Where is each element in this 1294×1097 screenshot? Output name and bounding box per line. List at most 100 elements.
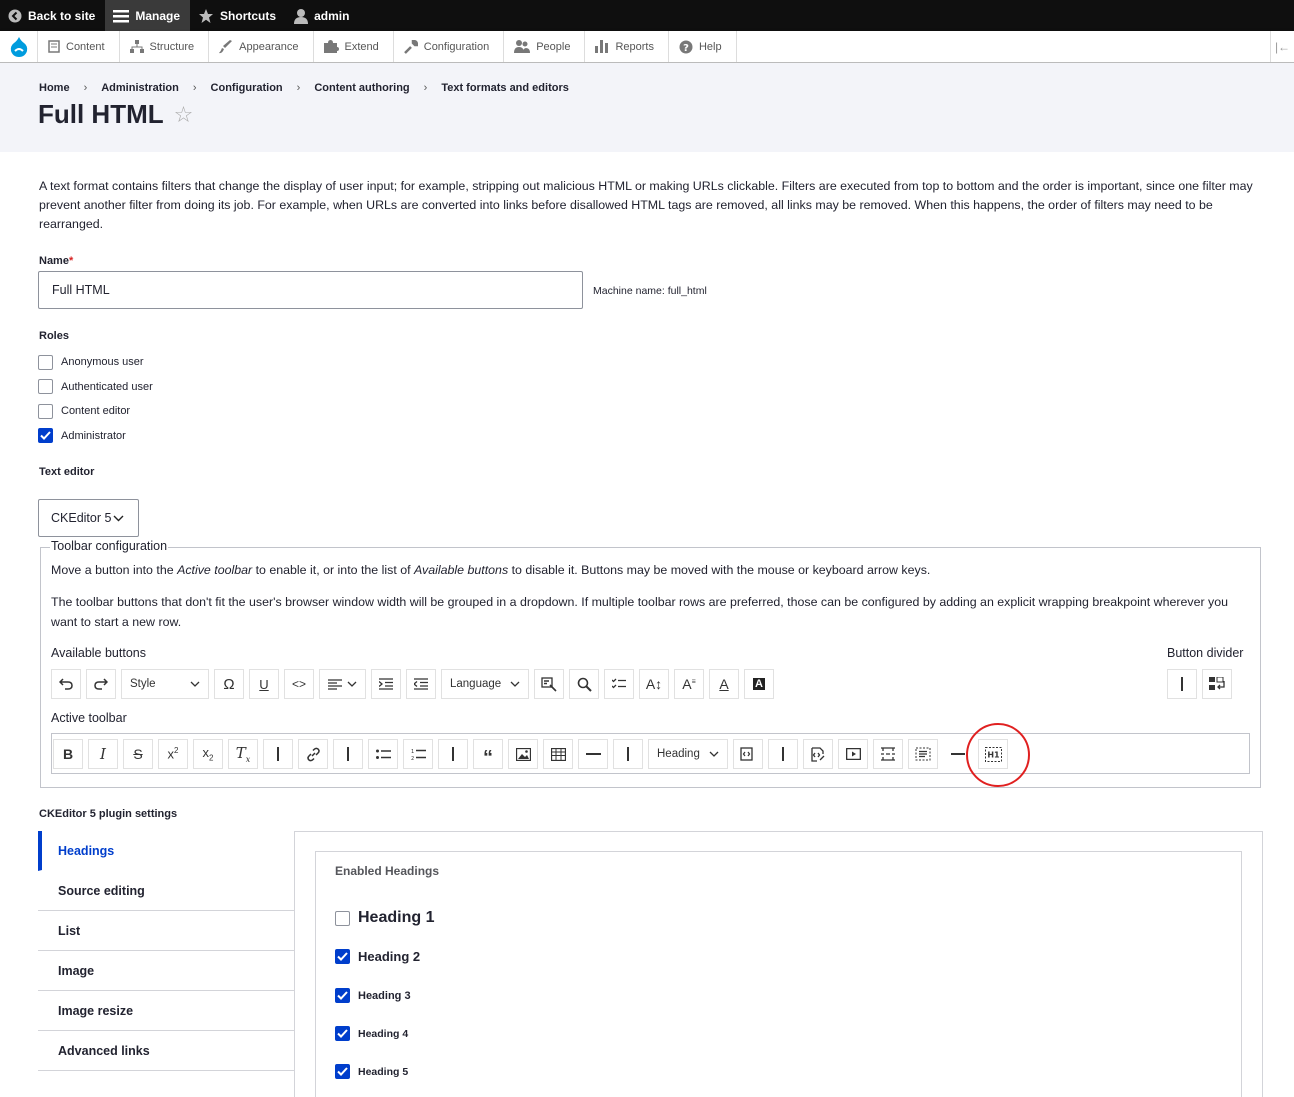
quote-icon: “ xyxy=(483,747,493,769)
checkbox-checked[interactable] xyxy=(335,1064,350,1079)
checkbox-checked[interactable] xyxy=(335,1026,350,1041)
checkbox[interactable] xyxy=(38,403,53,419)
checkbox-checked[interactable] xyxy=(335,988,350,1003)
outdent-button[interactable] xyxy=(406,669,436,699)
alignment-dropdown[interactable] xyxy=(319,669,366,699)
underline-button[interactable]: U xyxy=(249,669,279,699)
text-editor-select[interactable]: CKEditor 5 xyxy=(38,499,139,537)
image-button[interactable] xyxy=(508,739,538,769)
todo-list-button[interactable] xyxy=(604,669,634,699)
collapse-tray-icon[interactable]: |← xyxy=(1270,31,1294,62)
shortcut-star-icon[interactable]: ☆ xyxy=(174,102,194,128)
manage-tab[interactable]: Manage xyxy=(105,0,191,31)
role-content-editor[interactable]: Content editor xyxy=(38,399,153,424)
heading-option-5[interactable]: Heading 5 xyxy=(335,1064,408,1079)
font-family-button[interactable]: A≡ xyxy=(674,669,704,699)
italic-button[interactable]: I xyxy=(88,739,118,769)
font-background-button[interactable]: A xyxy=(744,669,774,699)
shortcuts-tab[interactable]: Shortcuts xyxy=(190,0,286,31)
checkbox[interactable] xyxy=(38,354,53,370)
find-replace-button[interactable] xyxy=(569,669,599,699)
source-editing-button[interactable] xyxy=(534,669,564,699)
font-size-button[interactable]: A↕ xyxy=(639,669,669,699)
tab-image-resize[interactable]: Image resize xyxy=(38,991,294,1031)
divider-button[interactable] xyxy=(768,739,798,769)
undo-button[interactable] xyxy=(51,669,81,699)
tray-item-configuration[interactable]: Configuration xyxy=(394,31,505,62)
remove-format-button[interactable]: Tx xyxy=(228,739,258,769)
strikethrough-button[interactable]: S xyxy=(123,739,153,769)
checkbox-checked[interactable] xyxy=(38,428,53,444)
divider-button[interactable] xyxy=(1167,669,1197,699)
breadcrumb-administration[interactable]: Administration xyxy=(101,82,179,94)
tab-headings[interactable]: Headings xyxy=(38,831,294,871)
breadcrumb-content-authoring[interactable]: Content authoring xyxy=(314,82,409,94)
breadcrumb-configuration[interactable]: Configuration xyxy=(211,82,283,94)
chevron-down-icon xyxy=(347,681,357,687)
heading-option-4[interactable]: Heading 4 xyxy=(335,1026,408,1041)
divider-button[interactable] xyxy=(333,739,363,769)
show-blocks-button[interactable] xyxy=(908,739,938,769)
wrapping-button[interactable] xyxy=(1202,669,1232,699)
tray-item-extend[interactable]: Extend xyxy=(314,31,394,62)
language-dropdown[interactable]: Language xyxy=(441,669,529,699)
role-authenticated[interactable]: Authenticated user xyxy=(38,375,153,400)
font-color-button[interactable]: A xyxy=(709,669,739,699)
divider-button[interactable] xyxy=(263,739,293,769)
page-break-button[interactable] xyxy=(873,739,903,769)
breadcrumb-text-formats[interactable]: Text formats and editors xyxy=(441,82,569,94)
media-button[interactable] xyxy=(838,739,868,769)
numbered-list-button[interactable]: 12 xyxy=(403,739,433,769)
tray-item-people[interactable]: People xyxy=(504,31,586,62)
drupal-logo-icon[interactable] xyxy=(0,31,38,62)
table-button[interactable] xyxy=(543,739,573,769)
remove-format-icon: Tx xyxy=(235,744,251,764)
active-buttons: B I S x2 x2 Tx 12 “ Heading H1 xyxy=(53,739,1013,769)
subscript-button[interactable]: x2 xyxy=(193,739,223,769)
style-dropdown[interactable]: Style xyxy=(121,669,209,699)
tray-item-content[interactable]: Content xyxy=(38,31,120,62)
code-block-button[interactable] xyxy=(733,739,763,769)
heading-dropdown[interactable]: Heading xyxy=(648,739,728,769)
breadcrumb-home[interactable]: Home xyxy=(39,82,70,94)
role-administrator[interactable]: Administrator xyxy=(38,424,153,449)
role-anonymous[interactable]: Anonymous user xyxy=(38,350,153,375)
special-characters-button[interactable]: Ω xyxy=(214,669,244,699)
heading-option-1[interactable]: Heading 1 xyxy=(335,909,434,927)
tab-advanced-links[interactable]: Advanced links xyxy=(38,1031,294,1071)
tab-list[interactable]: List xyxy=(38,911,294,951)
tab-image[interactable]: Image xyxy=(38,951,294,991)
bulleted-list-button[interactable] xyxy=(368,739,398,769)
tray-item-label: Appearance xyxy=(239,40,299,53)
code-button[interactable]: <> xyxy=(284,669,314,699)
tray-item-structure[interactable]: Structure xyxy=(120,31,210,62)
checkbox[interactable] xyxy=(38,379,53,395)
name-input[interactable]: Full HTML xyxy=(38,271,583,309)
blockquote-button[interactable]: “ xyxy=(473,739,503,769)
hamburger-icon xyxy=(113,9,130,22)
tray-item-appearance[interactable]: Appearance xyxy=(209,31,314,62)
heading-option-3[interactable]: Heading 3 xyxy=(335,988,411,1003)
tab-source-editing[interactable]: Source editing xyxy=(38,871,294,911)
back-to-site-link[interactable]: Back to site xyxy=(0,0,105,31)
star-icon xyxy=(199,8,214,23)
user-tab[interactable]: admin xyxy=(286,0,359,31)
source-button[interactable] xyxy=(803,739,833,769)
redo-button[interactable] xyxy=(86,669,116,699)
tray-item-help[interactable]: ? Help xyxy=(669,31,737,62)
superscript-button[interactable]: x2 xyxy=(158,739,188,769)
link-button[interactable] xyxy=(298,739,328,769)
checkbox[interactable] xyxy=(335,910,350,926)
subscript-icon: x2 xyxy=(202,745,214,763)
wrench-icon xyxy=(403,39,418,54)
page-header: Home › Administration › Configuration › Con… xyxy=(0,63,1294,152)
tray-item-reports[interactable]: Reports xyxy=(585,31,669,62)
divider-button[interactable] xyxy=(438,739,468,769)
horizontal-line-button[interactable] xyxy=(578,739,608,769)
bold-button[interactable]: B xyxy=(53,739,83,769)
divider-button[interactable] xyxy=(613,739,643,769)
toolbar-config-legend: Toolbar configuration xyxy=(50,539,169,553)
heading-option-2[interactable]: Heading 2 xyxy=(335,949,420,964)
checkbox-checked[interactable] xyxy=(335,949,350,964)
indent-button[interactable] xyxy=(371,669,401,699)
